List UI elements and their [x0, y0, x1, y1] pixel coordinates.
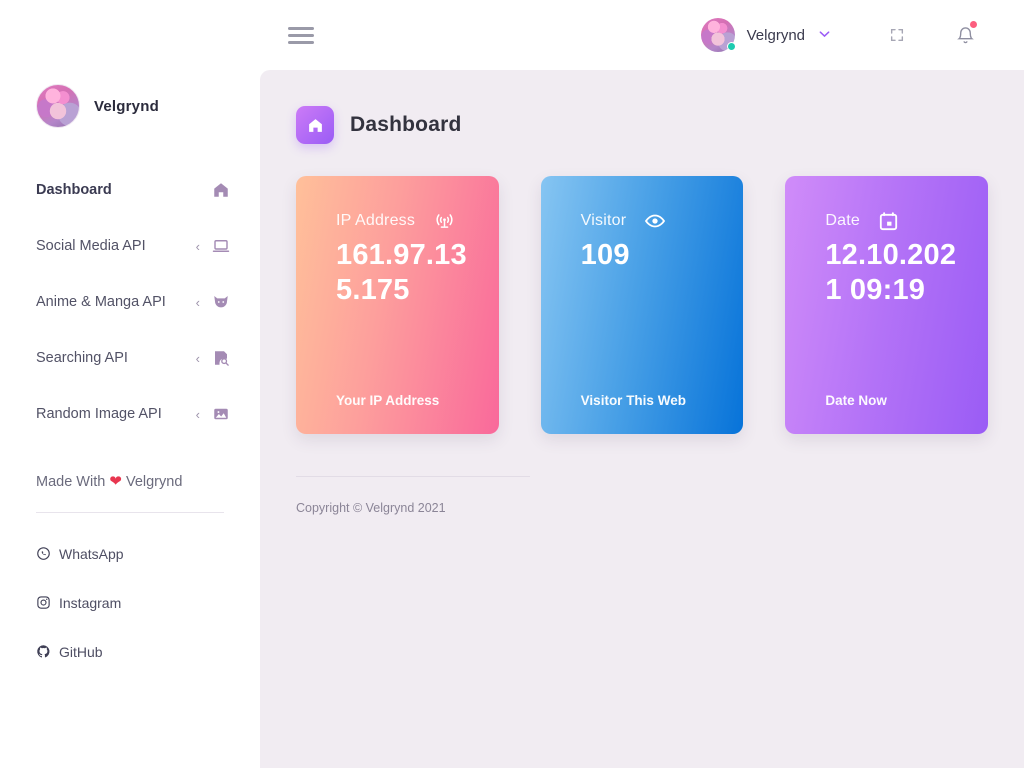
avatar — [700, 18, 736, 52]
sidebar-item-random-image-api[interactable]: Random Image API ‹ — [0, 386, 260, 442]
card-title: Date — [825, 212, 860, 229]
main-area: Velgrynd Dashboard IP Address 161.97.135… — [260, 0, 1024, 768]
made-with-label: Made With ❤ Velgrynd — [0, 472, 260, 490]
sidebar-item-anime-manga-api[interactable]: Anime & Manga API ‹ — [0, 274, 260, 330]
sidebar-profile-name: Velgrynd — [94, 97, 159, 115]
stat-card-ip-address: IP Address 161.97.135.175 Your IP Addres… — [296, 176, 499, 434]
stat-cards: IP Address 161.97.135.175 Your IP Addres… — [296, 176, 989, 434]
card-value: 109 — [580, 239, 630, 271]
hamburger-bar — [288, 26, 314, 30]
user-menu-label: Velgrynd — [746, 26, 805, 44]
social-link-whatsapp[interactable]: WhatsApp — [36, 529, 224, 578]
card-footer: Date Now — [825, 393, 887, 408]
image-icon — [212, 405, 230, 423]
status-badge — [726, 42, 736, 51]
social-link-label: WhatsApp — [59, 545, 124, 562]
sidebar-item-label: Random Image API — [36, 406, 162, 422]
stat-card-date: Date 12.10.2021 09:19 Date Now — [785, 176, 989, 434]
chevron-left-icon[interactable]: ‹ — [196, 240, 200, 253]
home-icon — [212, 181, 230, 199]
card-footer: Your IP Address — [336, 393, 440, 408]
hamburger-bar — [288, 40, 314, 44]
made-with-suffix: Velgrynd — [125, 474, 183, 490]
hamburger-bar — [288, 33, 314, 37]
social-link-github[interactable]: GitHub — [36, 627, 224, 676]
chevron-left-icon[interactable]: ‹ — [196, 296, 200, 309]
whatsapp-icon — [36, 546, 51, 561]
heart-icon: ❤ — [109, 473, 122, 490]
social-link-label: Instagram — [59, 594, 122, 611]
page-title: Dashboard — [350, 113, 462, 136]
home-icon — [296, 106, 334, 144]
sidebar-divider — [36, 512, 224, 513]
instagram-icon — [36, 595, 51, 610]
sidebar: Velgrynd Dashboard Social Media API ‹ An… — [0, 0, 260, 768]
sidebar-item-label: Anime & Manga API — [36, 294, 166, 310]
calendar-icon — [878, 210, 900, 232]
social-link-label: GitHub — [59, 643, 103, 660]
stat-card-visitor: Visitor 109 Visitor This Web — [540, 176, 744, 434]
github-icon — [36, 644, 51, 659]
sidebar-item-social-media-api[interactable]: Social Media API ‹ — [0, 218, 260, 274]
card-header: Date — [825, 210, 964, 232]
notification-dot — [970, 21, 977, 28]
chevron-down-icon[interactable] — [819, 29, 830, 41]
sidebar-item-label: Searching API — [36, 350, 128, 366]
avatar — [36, 84, 80, 128]
card-title: IP Address — [336, 212, 416, 229]
laptop-icon — [212, 237, 230, 255]
card-footer: Visitor This Web — [580, 393, 686, 408]
made-with-prefix: Made With — [36, 474, 106, 490]
broadcast-icon — [433, 210, 455, 232]
card-value: 161.97.135.175 — [336, 239, 467, 307]
sidebar-profile[interactable]: Velgrynd — [0, 0, 260, 128]
cat-face-icon — [212, 293, 230, 311]
fullscreen-icon[interactable] — [882, 20, 912, 50]
app-root: Velgrynd Dashboard Social Media API ‹ An… — [0, 0, 1024, 768]
user-menu[interactable]: Velgrynd — [700, 18, 830, 52]
save-search-icon — [212, 349, 230, 367]
card-value: 12.10.2021 09:19 — [825, 239, 957, 307]
chevron-left-icon[interactable]: ‹ — [196, 408, 200, 421]
footer-divider — [296, 476, 530, 477]
sidebar-item-label: Social Media API — [36, 238, 146, 254]
social-link-instagram[interactable]: Instagram — [36, 578, 224, 627]
card-header: IP Address — [336, 210, 475, 232]
sidebar-social-links: WhatsApp Instagram GitHub — [0, 529, 260, 676]
content-panel: Dashboard IP Address 161.97.135.175 Your… — [260, 70, 1024, 768]
sidebar-item-label: Dashboard — [36, 182, 112, 198]
content-footer: Copyright © Velgrynd 2021 — [296, 476, 530, 515]
sidebar-nav: Dashboard Social Media API ‹ Anime & Man… — [0, 162, 260, 442]
topbar: Velgrynd — [260, 0, 1024, 70]
hamburger-menu-icon[interactable] — [288, 26, 314, 44]
page-header: Dashboard — [296, 106, 988, 144]
notification-bell-icon[interactable] — [950, 20, 980, 50]
sidebar-item-dashboard[interactable]: Dashboard — [0, 162, 260, 218]
chevron-left-icon[interactable]: ‹ — [196, 352, 200, 365]
copyright-text: Copyright © Velgrynd 2021 — [296, 501, 446, 515]
card-header: Visitor — [581, 210, 720, 232]
sidebar-item-searching-api[interactable]: Searching API ‹ — [0, 330, 260, 386]
eye-icon — [644, 210, 666, 232]
card-title: Visitor — [580, 212, 627, 229]
